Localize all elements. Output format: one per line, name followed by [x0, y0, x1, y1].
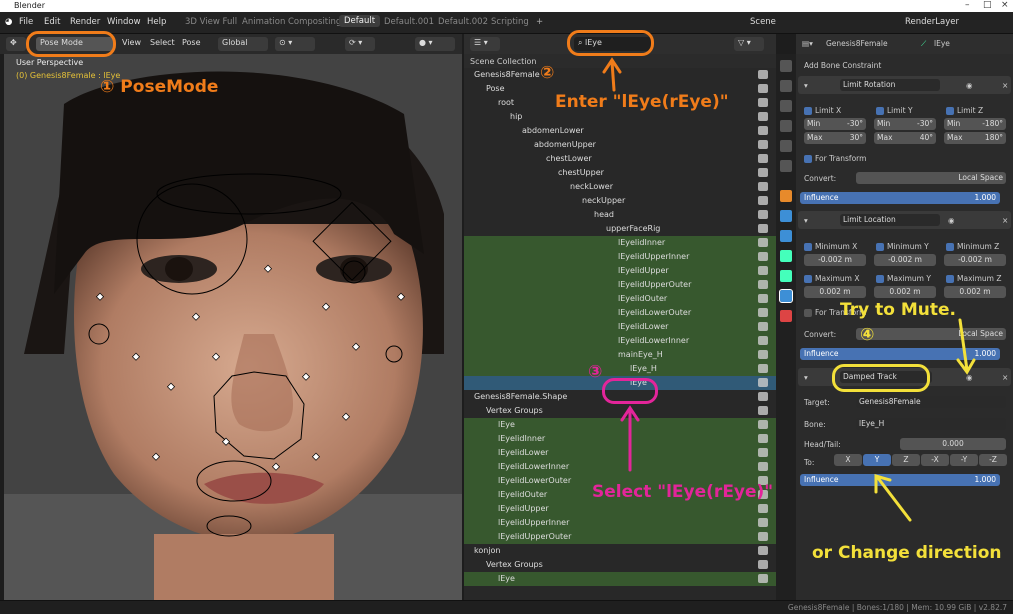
- annotation-arrows: [602, 57, 976, 522]
